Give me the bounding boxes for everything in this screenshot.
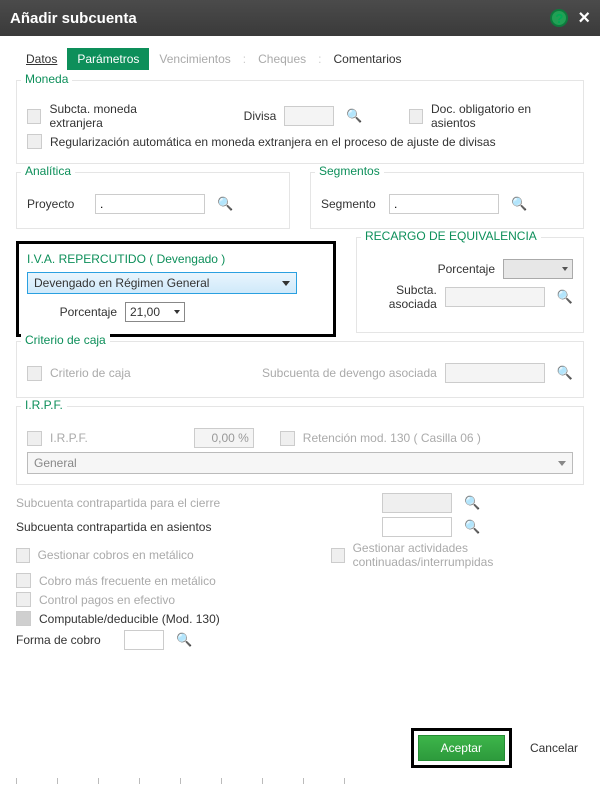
search-icon[interactable]: 🔍 [464,519,480,535]
input-sub-cierre [382,493,452,513]
lbl-sub-cierre: Subcuenta contrapartida para el cierre [16,496,226,510]
legend-recargo: RECARGO DE EQUIVALENCIA [361,229,541,243]
chevron-down-icon [562,267,568,271]
input-forma-cobro[interactable] [124,630,164,650]
lbl-sub-asientos: Subcuenta contrapartida en asientos [16,520,226,534]
window-title: Añadir subcuenta [10,10,137,27]
input-sub-asientos[interactable] [382,517,452,537]
lbl-cobro-frecuente: Cobro más frecuente en metálico [39,574,216,588]
tab-parametros[interactable]: Parámetros [67,48,149,70]
chk-irpf[interactable] [27,431,42,446]
group-recargo: RECARGO DE EQUIVALENCIA Porcentaje Subct… [356,237,584,333]
highlight-accept: Aceptar [411,728,512,768]
search-icon[interactable]: 🔍 [217,196,233,212]
lbl-criterio-sub: Subcuenta de devengo asociada [262,366,437,380]
chk-gestionar-actividades[interactable] [331,548,345,563]
chk-retencion[interactable] [280,431,295,446]
tab-comentarios[interactable]: Comentarios [324,48,412,70]
lbl-forma-cobro: Forma de cobro [16,633,116,647]
cancel-button[interactable]: Cancelar [524,740,584,756]
highlight-iva: I.V.A. REPERCUTIDO ( Devengado ) Devenga… [16,241,336,337]
search-icon[interactable]: 🔍 [557,365,573,381]
help-icon[interactable]: ? [550,9,568,27]
chk-computable[interactable] [16,611,31,626]
select-iva-regimen[interactable]: Devengado en Régimen General [27,272,297,294]
irpf-general-value: General [34,456,77,470]
chk-doc-obligatorio[interactable] [409,109,423,124]
close-icon[interactable]: × [578,8,590,28]
lbl-iva-pct: Porcentaje [27,305,117,319]
lbl-doc-obligatorio: Doc. obligatorio en asientos [431,102,573,130]
legend-criterio: Criterio de caja [21,333,110,347]
search-icon[interactable]: 🔍 [176,632,192,648]
search-icon[interactable]: 🔍 [511,196,527,212]
input-criterio-sub [445,363,545,383]
lbl-control-pagos: Control pagos en efectivo [39,593,175,607]
chevron-down-icon [282,281,290,286]
input-recargo-subcta [445,287,545,307]
chk-gestionar-cobros[interactable] [16,548,30,563]
search-icon[interactable]: 🔍 [346,108,362,124]
legend-moneda: Moneda [21,72,72,86]
chevron-down-icon [558,461,566,466]
select-irpf-general[interactable]: General [27,452,573,474]
legend-irpf: I.R.P.F. [21,398,67,412]
lbl-moneda-extranjera: Subcta. moneda extranjera [49,102,187,130]
lbl-gestionar-cobros: Gestionar cobros en metálico [38,548,323,562]
input-divisa [284,106,334,126]
search-icon[interactable]: 🔍 [464,495,480,511]
group-moneda: Moneda Subcta. moneda extranjera Divisa … [16,80,584,164]
chk-control-pagos[interactable] [16,592,31,607]
legend-iva: I.V.A. REPERCUTIDO ( Devengado ) [27,252,325,266]
chk-regularizacion[interactable] [27,134,42,149]
lbl-irpf: I.R.P.F. [50,431,88,445]
lbl-criterio-caja: Criterio de caja [50,366,131,380]
input-irpf-pct [194,428,254,448]
tab-cheques: Cheques [248,48,316,70]
iva-regimen-value: Devengado en Régimen General [34,276,209,290]
lbl-regularizacion: Regularización automática en moneda extr… [50,135,496,149]
lbl-divisa: Divisa [244,109,277,123]
legend-analitica: Analítica [21,164,75,178]
chk-criterio-caja[interactable] [27,366,42,381]
accept-button[interactable]: Aceptar [418,735,505,761]
group-criterio: Criterio de caja Criterio de caja Subcue… [16,341,584,398]
select-iva-pct[interactable]: 21,00 [125,302,185,322]
iva-pct-value: 21,00 [130,305,160,319]
ruler [0,778,600,788]
tab-vencimientos: Vencimientos [149,48,240,70]
search-icon[interactable]: 🔍 [557,289,573,305]
group-segmentos: Segmentos Segmento 🔍 [310,172,584,229]
chk-cobro-frecuente[interactable] [16,573,31,588]
input-proyecto[interactable] [95,194,205,214]
titlebar: Añadir subcuenta ? × [0,0,600,36]
lbl-proyecto: Proyecto [27,197,87,211]
select-recargo-pct[interactable] [503,259,573,279]
footer: Aceptar Cancelar [0,718,600,778]
lbl-retencion: Retención mod. 130 ( Casilla 06 ) [303,431,481,445]
legend-segmentos: Segmentos [315,164,384,178]
chk-moneda-extranjera[interactable] [27,109,41,124]
tab-datos[interactable]: Datos [16,48,67,70]
input-segmento[interactable] [389,194,499,214]
lbl-recargo-pct: Porcentaje [438,262,495,276]
chevron-down-icon [174,310,180,314]
group-irpf: I.R.P.F. I.R.P.F. Retención mod. 130 ( C… [16,406,584,485]
tab-bar: Datos Parámetros Vencimientos : Cheques … [16,48,584,70]
lbl-segmento: Segmento [321,197,381,211]
lbl-computable: Computable/deducible (Mod. 130) [39,612,220,626]
lbl-recargo-subcta: Subcta. asociada [367,283,437,311]
lbl-gestionar-actividades: Gestionar actividades continuadas/interr… [353,541,584,569]
group-analitica: Analítica Proyecto 🔍 [16,172,290,229]
